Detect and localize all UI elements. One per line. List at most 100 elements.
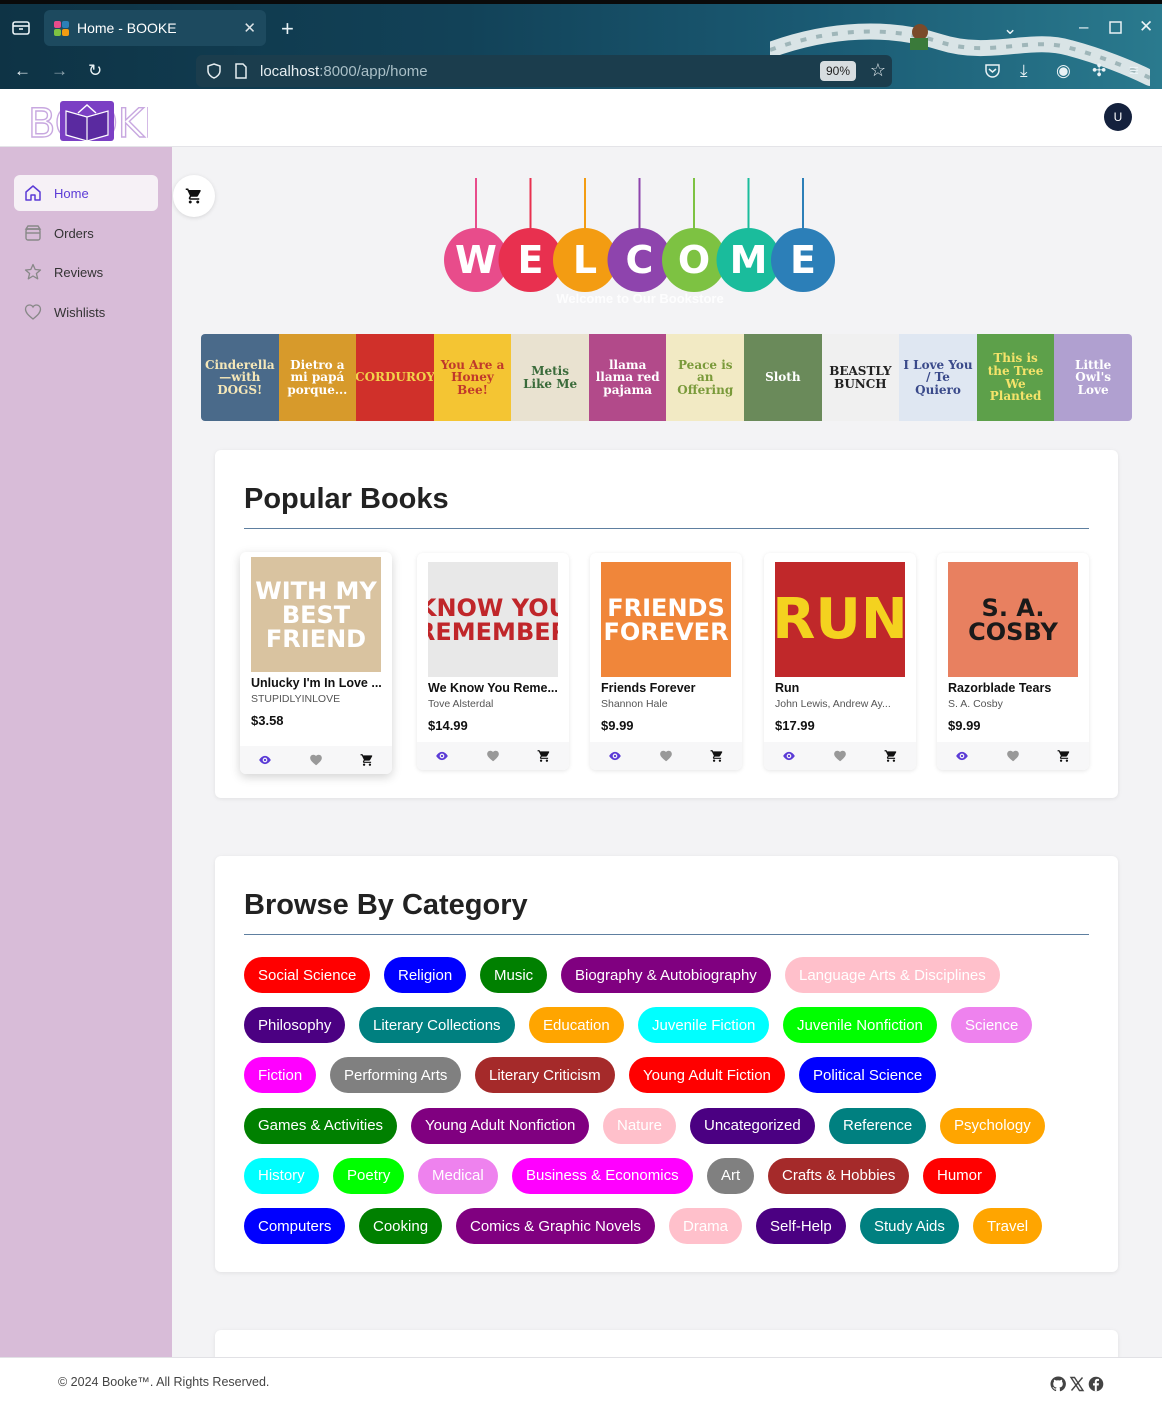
book-card[interactable]: WITH MY BEST FRIEND Unlucky I'm In Love .… [240,552,392,774]
wishlist-heart-icon[interactable] [1006,749,1020,763]
category-chip[interactable]: Self-Help [756,1208,846,1244]
view-icon[interactable] [435,749,449,763]
avatar[interactable]: U [1104,103,1132,131]
address-bar[interactable]: localhost:8000/app/home 90% ☆ [196,55,892,87]
category-chip[interactable]: Juvenile Fiction [638,1007,770,1044]
category-chip[interactable]: Business & Economics [512,1157,693,1194]
category-chip[interactable]: History [244,1157,319,1194]
category-chip[interactable]: Drama [669,1208,743,1244]
view-icon[interactable] [608,749,622,763]
book-title[interactable]: Unlucky I'm In Love ... [251,676,387,690]
app-header: BOOKE U [0,89,1162,147]
wishlist-heart-icon[interactable] [659,749,673,763]
category-chip[interactable]: Games & Activities [244,1107,398,1144]
github-icon[interactable] [1050,1376,1066,1392]
menu-icon[interactable]: ≡ [1129,62,1139,79]
account-icon[interactable]: ◉ [1056,62,1071,79]
category-chip[interactable]: Crafts & Hobbies [768,1157,910,1194]
category-chip[interactable]: Biography & Autobiography [561,957,771,993]
new-tab-icon[interactable]: + [281,18,294,40]
close-tab-icon[interactable]: ✕ [243,19,256,37]
add-to-cart-icon[interactable] [884,749,898,763]
category-chip[interactable]: Science [951,1007,1033,1044]
category-chip[interactable]: Juvenile Nonfiction [783,1007,937,1044]
book-cover[interactable]: RUN [775,562,905,677]
list-tabs-icon[interactable]: ⌄ [1003,20,1017,37]
category-chip[interactable]: Performing Arts [330,1057,462,1094]
reload-icon[interactable]: ↻ [88,62,102,79]
category-chip[interactable]: Study Aids [860,1208,959,1244]
close-window-icon[interactable]: ✕ [1139,18,1153,35]
book-card[interactable]: KNOW YOU REMEMBER We Know You Reme... Tove… [417,553,569,770]
add-to-cart-icon[interactable] [710,749,724,763]
back-icon[interactable]: ← [14,62,31,79]
category-chip[interactable]: Fiction [244,1057,317,1094]
book-cover[interactable]: FRIENDS FOREVER [601,562,731,677]
add-to-cart-icon[interactable] [1057,749,1071,763]
book-cover[interactable]: KNOW YOU REMEMBER [428,562,558,677]
bookmark-star-icon[interactable]: ☆ [870,60,886,81]
category-chip[interactable]: Young Adult Nonfiction [411,1107,590,1144]
category-chip[interactable]: Travel [973,1208,1043,1244]
banner-book-title: llama llama red pajama [595,357,660,397]
category-chip[interactable]: Political Science [799,1057,937,1094]
sidebar-item-home[interactable]: Home [14,175,158,211]
category-chip[interactable]: Literary Criticism [475,1057,615,1094]
maximize-icon[interactable] [1109,20,1122,37]
zoom-badge[interactable]: 90% [819,61,856,81]
category-chip[interactable]: Nature [603,1107,677,1144]
category-chip[interactable]: Language Arts & Disciplines [785,957,1000,993]
sidebar-item-reviews[interactable]: Reviews [14,254,158,290]
book-title[interactable]: Friends Forever [601,681,737,695]
forward-icon[interactable]: → [51,62,68,79]
category-chip[interactable]: Music [480,957,548,993]
category-chip[interactable]: Young Adult Fiction [629,1057,785,1094]
add-to-cart-icon[interactable] [537,749,551,763]
book-title[interactable]: Run [775,681,911,695]
browser-tab[interactable]: Home - BOOKE ✕ [44,10,266,46]
downloads-icon[interactable]: ⤓ [1020,62,1028,79]
sidebar-item-orders[interactable]: Orders [14,215,158,251]
wishlist-heart-icon[interactable] [833,749,847,763]
book-cover[interactable]: S. A. COSBY [948,562,1078,677]
cart-button[interactable] [173,175,215,217]
pocket-icon[interactable] [984,63,1001,82]
book-card[interactable]: S. A. COSBY Razorblade Tears S. A. Cosby $9… [937,553,1089,770]
tab-overview-icon[interactable] [12,19,30,38]
category-chip[interactable]: Education [529,1007,624,1044]
minimize-icon[interactable]: – [1079,18,1088,35]
category-chip[interactable]: Literary Collections [359,1007,515,1044]
facebook-icon[interactable] [1088,1376,1104,1392]
section-divider [244,528,1089,529]
book-title[interactable]: Razorblade Tears [948,681,1084,695]
category-chip[interactable]: Reference [829,1107,927,1144]
category-chip[interactable]: Comics & Graphic Novels [456,1208,655,1244]
shield-icon [207,63,221,79]
view-icon[interactable] [955,749,969,763]
category-chip[interactable]: Art [707,1157,755,1194]
category-chip[interactable]: Medical [418,1157,498,1194]
wishlist-heart-icon[interactable] [486,749,500,763]
book-title[interactable]: We Know You Reme... [428,681,564,695]
category-chip[interactable]: Humor [923,1157,997,1194]
booke-logo[interactable]: BOOKE [28,97,148,145]
view-icon[interactable] [258,753,272,767]
book-cover[interactable]: WITH MY BEST FRIEND [251,557,381,672]
wishlist-heart-icon[interactable] [309,753,323,767]
category-chip[interactable]: Cooking [359,1208,443,1244]
extensions-icon[interactable]: ✣ [1092,62,1106,79]
x-icon[interactable] [1069,1376,1085,1392]
category-chip[interactable]: Poetry [333,1157,405,1194]
category-chip[interactable]: Social Science [244,957,371,993]
add-to-cart-icon[interactable] [360,753,374,767]
book-card[interactable]: FRIENDS FOREVER Friends Forever Shannon Ha… [590,553,742,770]
category-chip[interactable]: Religion [384,957,467,993]
category-chip[interactable]: Psychology [940,1107,1045,1144]
book-author: John Lewis, Andrew Ay... [775,698,891,710]
sidebar-item-wishlists[interactable]: Wishlists [14,294,158,330]
category-chip[interactable]: Computers [244,1208,346,1244]
book-card[interactable]: RUN Run John Lewis, Andrew Ay... $17.99 [764,553,916,770]
category-chip[interactable]: Uncategorized [690,1107,815,1144]
category-chip[interactable]: Philosophy [244,1007,346,1044]
view-icon[interactable] [782,749,796,763]
